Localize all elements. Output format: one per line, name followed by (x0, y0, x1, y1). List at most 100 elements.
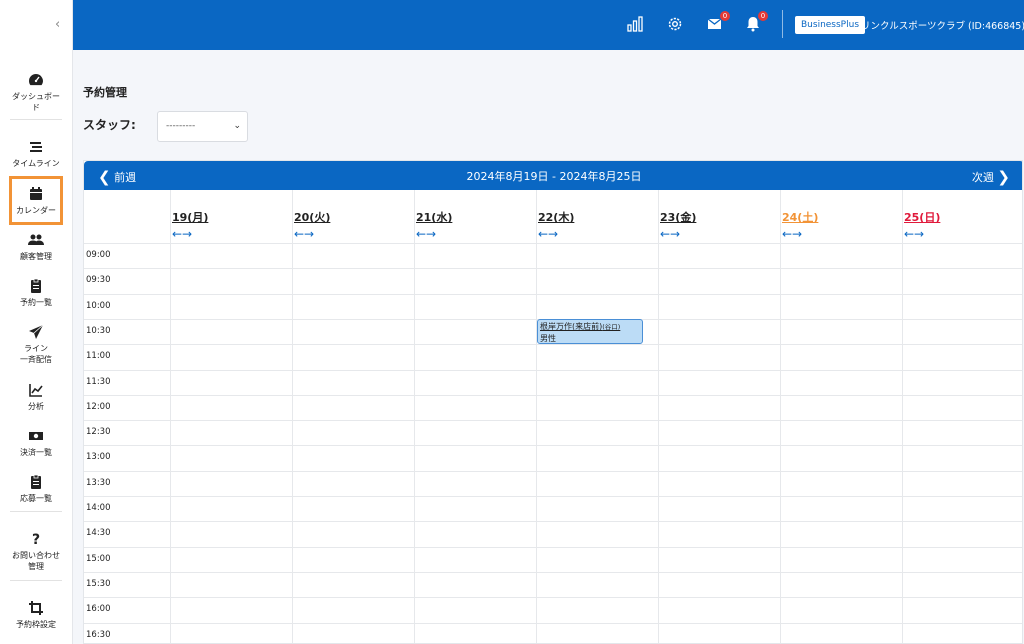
sidebar-item-label: カレンダー (16, 206, 56, 215)
settings-gear-icon[interactable] (666, 15, 684, 33)
sidebar-item-label: 予約一覧 (20, 298, 52, 307)
time-slot-label: 13:30 (86, 477, 111, 488)
analytics-bars-icon[interactable] (626, 15, 644, 33)
day-label[interactable]: 19(月) (172, 209, 208, 225)
day-label[interactable]: 20(火) (294, 209, 330, 225)
day-expand-arrow-icon[interactable]: ←→ (294, 227, 314, 241)
time-slot-label: 12:30 (86, 427, 111, 438)
time-slot-label: 14:00 (86, 503, 111, 513)
staff-select-value: --------- (166, 121, 196, 131)
sidebar-item-calendar[interactable]: カレンダー (9, 176, 63, 225)
time-slot-label: 12:00 (86, 401, 111, 412)
sidebar-item-reservation-list[interactable]: 予約一覧 (8, 278, 64, 308)
row-divider (84, 571, 1022, 573)
day-header: 19(月) ←→ (170, 190, 292, 243)
sidebar-item-customers[interactable]: 顧客管理 (8, 232, 64, 262)
sidebar-item-dashboard[interactable]: ダッシュボー ド (8, 72, 64, 113)
row-divider (84, 268, 1022, 270)
clipboard-list-icon (31, 474, 41, 489)
time-slot-label: 14:30 (86, 528, 111, 539)
calendar-header: ❮ 前週 2024年8月19日 - 2024年8月25日 次週 ❯ (84, 161, 1022, 190)
column-divider (780, 190, 781, 643)
time-slot-label: 16:30 (86, 629, 111, 640)
row-divider (84, 597, 1022, 599)
sidebar-item-label: タイムライン (12, 159, 60, 168)
row-divider (84, 344, 1022, 346)
users-icon (28, 234, 44, 245)
question-icon: ? (32, 532, 40, 547)
row-divider (84, 496, 1022, 497)
calendar-icon (30, 187, 42, 200)
sidebar-item-label: お問い合わせ 管理 (12, 551, 60, 571)
day-expand-arrow-icon[interactable]: ←→ (538, 227, 558, 241)
sidebar-item-label: ダッシュボー ド (12, 92, 60, 112)
time-slot-label: 10:00 (86, 300, 111, 311)
svg-text:?: ? (32, 532, 40, 547)
sidebar-item-timeline[interactable]: タイムライン (8, 139, 64, 169)
day-expand-arrow-icon[interactable]: ←→ (782, 227, 802, 241)
sidebar: ‹ ダッシュボー ド タイムライン カレンダー 顧客管理 予約一覧 ライン 一斉… (0, 0, 73, 644)
next-week-button[interactable]: 次週 ❯ (972, 168, 1010, 186)
organization-name[interactable]: リンクルスポーツクラブ (ID:466845) (861, 18, 1024, 32)
sidebar-item-label: 分析 (28, 402, 44, 411)
day-label[interactable]: 22(木) (538, 209, 574, 225)
day-header: 22(木) ←→ (536, 190, 658, 243)
day-label[interactable]: 21(水) (416, 209, 452, 225)
row-divider (84, 470, 1022, 472)
appointment[interactable]: 根岸万作(来店前)(谷口) 男性 (537, 319, 643, 344)
day-expand-arrow-icon[interactable]: ←→ (172, 227, 192, 241)
row-divider (84, 521, 1022, 523)
sidebar-item-slot-settings[interactable]: 予約枠設定 (8, 600, 64, 630)
time-slot-label: 11:30 (86, 376, 111, 387)
row-divider (84, 243, 1022, 244)
plan-badge: BusinessPlus (795, 16, 866, 34)
time-slot-label: 16:00 (86, 604, 111, 615)
staff-select[interactable]: --------- ⌄ (157, 111, 248, 142)
day-label[interactable]: 24(土) (782, 209, 818, 225)
day-header: 24(土) ←→ (780, 190, 902, 243)
row-divider (84, 445, 1022, 447)
bell-icon[interactable]: 0 (744, 11, 768, 33)
timeline-bars-icon (30, 142, 42, 152)
time-slot-label: 10:30 (86, 325, 111, 336)
top-header: 0 0 BusinessPlus リンクルスポーツクラブ (ID:466845) (73, 0, 1024, 50)
chevron-down-icon: ⌄ (233, 121, 241, 131)
day-header: 23(金) ←→ (658, 190, 780, 243)
week-range: 2024年8月19日 - 2024年8月25日 (466, 170, 642, 183)
chart-line-icon (29, 384, 43, 397)
sidebar-item-analytics[interactable]: 分析 (8, 382, 64, 412)
clipboard-icon (31, 278, 41, 293)
appointment-gender: 男性 (540, 334, 556, 343)
dashboard-gauge-icon (29, 74, 43, 86)
time-slot-label: 11:00 (86, 351, 111, 362)
sidebar-item-applications[interactable]: 応募一覧 (8, 474, 64, 504)
mail-icon[interactable]: 0 (706, 11, 730, 33)
appointment-customer-name: 根岸万作(来店前) (540, 322, 603, 331)
paper-plane-icon (29, 324, 44, 339)
sidebar-item-label: 応募一覧 (20, 494, 52, 503)
day-header: 20(火) ←→ (292, 190, 414, 243)
column-divider (902, 190, 903, 643)
sidebar-item-inquiries[interactable]: ? お問い合わせ 管理 (8, 531, 64, 572)
row-divider (84, 394, 1022, 396)
row-divider (84, 622, 1022, 624)
collapse-sidebar-icon[interactable]: ‹ (55, 17, 60, 32)
column-divider (414, 190, 415, 643)
next-week-label: 次週 (971, 171, 994, 184)
column-divider (170, 190, 171, 643)
sidebar-item-label: 決済一覧 (20, 448, 52, 457)
time-slot-label: 13:00 (86, 452, 111, 463)
day-expand-arrow-icon[interactable]: ←→ (660, 227, 680, 241)
day-expand-arrow-icon[interactable]: ←→ (416, 227, 436, 241)
divider (10, 580, 62, 581)
weekly-calendar: ❮ 前週 2024年8月19日 - 2024年8月25日 次週 ❯ 19(月) ←… (83, 160, 1023, 644)
day-label[interactable]: 23(金) (660, 209, 696, 225)
bell-badge: 0 (758, 11, 768, 21)
sidebar-item-line-broadcast[interactable]: ライン 一斉配信 (8, 324, 64, 365)
sidebar-item-payments[interactable]: 決済一覧 (8, 428, 64, 458)
sidebar-item-label: 予約枠設定 (16, 620, 56, 629)
day-label[interactable]: 25(日) (904, 209, 940, 225)
sidebar-item-label: 顧客管理 (20, 252, 52, 261)
column-divider (658, 190, 659, 643)
day-expand-arrow-icon[interactable]: ←→ (904, 227, 924, 241)
